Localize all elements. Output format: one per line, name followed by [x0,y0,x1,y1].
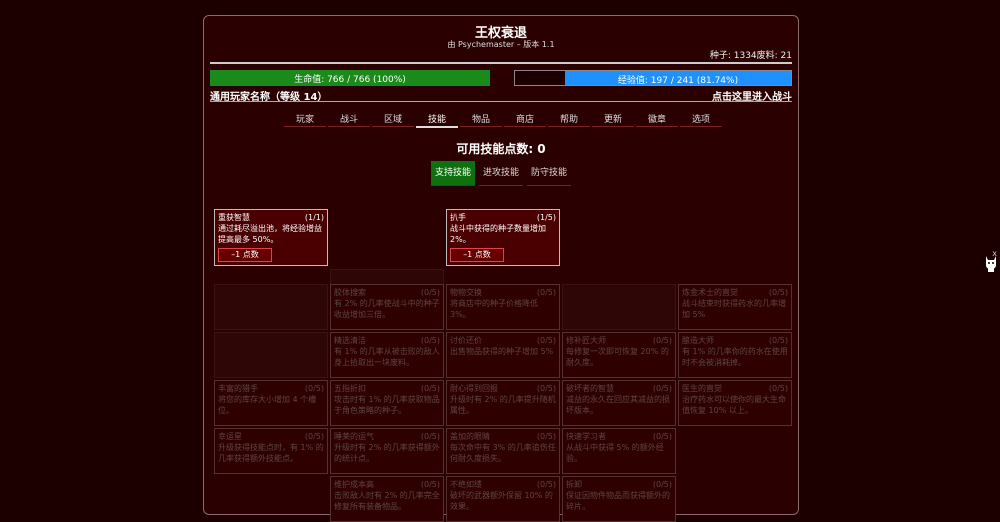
tab-battle[interactable]: 战斗 [328,112,370,127]
tab-skills[interactable]: 技能 [416,112,458,128]
skill-desc: 破坏的武器额外保留 10% 的效果。 [450,491,553,511]
skill-card[interactable]: 精选清洁 (0/5) 有 1% 的几率从被击败的敌人身上拾取出一块废料。 [330,332,444,378]
skill-level: (1/1) [304,213,324,222]
skill-card[interactable]: 睡莱的运气 (0/5) 升级时有 2% 的几率获得额外的统计点。 [330,428,444,474]
xp-label: 经验值: 197 / 241 (81.74%) [617,76,739,86]
skill-level: (0/5) [304,384,324,393]
hp-label: 生命值: 766 / 766 (100%) [294,75,406,85]
skill-level: (1/5) [536,213,556,222]
skill-desc: 升级时有 2% 的几率提升随机属性。 [450,395,556,415]
skill-card[interactable]: 胶体搜索 (0/5) 有 2% 的几率使战斗中的种子收益增加三倍。 [330,284,444,330]
skill-desc: 将商店中的种子价格降低 3%。 [450,299,538,319]
tab-offense-skills[interactable]: 进攻技能 [479,161,523,186]
skill-card[interactable]: 酿造大师 (0/5) 有 1% 的几率你的药水在使用时不会被消耗掉。 [678,332,792,378]
skill-desc: 升级时有 2% 的几率获得额外的统计点。 [334,443,440,463]
refund-point-button[interactable]: –1 点数 [450,248,504,262]
skill-card[interactable]: 不绝如缕 (0/5) 破坏的武器额外保留 10% 的效果。 [446,476,560,522]
skill-level: (0/5) [768,288,788,297]
tab-items[interactable]: 物品 [460,112,502,127]
skill-desc: 减益的永久在回应其减益的损坏版本。 [566,395,670,415]
skill-desc: 战斗中获得的种子数量增加 2%。 [450,224,546,244]
skill-desc: 治疗药水可以使你的最大生命值恢复 10% 以上。 [682,395,786,415]
extension-cat-icon[interactable] [984,253,998,273]
skill-level: (0/5) [420,288,440,297]
skill-tabs: 支持技能 进攻技能 防守技能 [204,161,798,186]
tab-updates[interactable]: 更新 [592,112,634,127]
skill-desc: 从战斗中获得 5% 的额外经验。 [566,443,664,463]
skill-card[interactable]: 丰富的猎手 (0/5) 将您的库存大小增加 4 个槽位。 [214,380,328,426]
skill-level: (0/5) [420,336,440,345]
skill-level: (0/5) [536,480,556,489]
skill-card[interactable]: 讨价还价 (0/5) 出售物品获得的种子增加 5% [446,332,560,378]
hp-bar: 生命值: 766 / 766 (100%) [210,70,490,86]
xp-bar: 经验值: 197 / 241 (81.74%) [514,70,792,86]
skill-level: (0/5) [652,432,672,441]
skill-card[interactable]: 修补匠大师 (0/5) 每修复一次即可恢复 20% 的耐久度。 [562,332,676,378]
skill-desc: 有 1% 的几率从被击败的敌人身上拾取出一块废料。 [334,347,440,367]
tab-support-skills[interactable]: 支持技能 [431,161,475,186]
tab-shop[interactable]: 商店 [504,112,546,127]
skill-level: (0/5) [536,288,556,297]
refund-point-button[interactable]: –1 点数 [218,248,272,262]
empty-slot [214,332,328,378]
skill-level: (0/5) [652,336,672,345]
skill-card[interactable]: 盖加的眼睛 (0/5) 每次命中有 3% 的几率追伤任何耐久度损失。 [446,428,560,474]
skill-card[interactable]: 医生的直觉 (0/5) 治疗药水可以使你的最大生命值恢复 10% 以上。 [678,380,792,426]
skill-level: (0/5) [652,384,672,393]
seed-scrap-counter: 种子: 1334废料: 21 [709,51,792,61]
skill-desc: 有 2% 的几率使战斗中的种子收益增加三倍。 [334,299,440,319]
skill-card[interactable]: 物物交换 (0/5) 将商店中的种子价格降低 3%。 [446,284,560,330]
skill-card[interactable]: 炼金术士的直觉 (0/5) 战斗结束时获得药水的几率增加 5% [678,284,792,330]
skill-level: (0/5) [420,480,440,489]
skill-desc: 每次命中有 3% 的几率追伤任何耐久度损失。 [450,443,556,463]
tab-player[interactable]: 玩家 [284,112,326,127]
skill-desc: 保证因物件物品而获得额外的碎片。 [566,491,670,511]
game-window: 王权衰退 由 Psychemaster – 版本 1.1 种子: 1334废料:… [203,15,799,522]
skill-points: 可用技能点数: 0 [456,142,546,156]
skill-level: (0/5) [420,432,440,441]
divider [210,62,792,64]
tab-options[interactable]: 选项 [680,112,722,127]
skill-level: (0/5) [536,336,556,345]
tab-area[interactable]: 区域 [372,112,414,127]
skill-desc: 攻击时有 1% 的几率获取物品于角色策略的种子。 [334,395,440,415]
skill-desc: 通过耗尽溢出池，将经验增益提高最多 50%。 [218,224,322,244]
empty-slot [562,284,676,330]
tab-badges[interactable]: 徽章 [636,112,678,127]
skill-card[interactable]: 拆卸 (0/5) 保证因物件物品而获得额外的碎片。 [562,476,676,522]
skill-card[interactable]: 幸运星 (0/5) 升级获得技能点时，有 1% 的几率获得额外技能点。 [214,428,328,474]
skill-level: (0/5) [652,480,672,489]
tab-help[interactable]: 帮助 [548,112,590,127]
skill-desc: 出售物品获得的种子增加 5% [450,347,554,356]
skill-card: 重获智慧 (1/1) 通过耗尽溢出池，将经验增益提高最多 50%。 –1 点数 [214,209,328,266]
skill-card[interactable]: 快速学习者 (0/5) 从战斗中获得 5% 的额外经验。 [562,428,676,474]
skill-card[interactable]: 耐心得到回报 (0/5) 升级时有 2% 的几率提升随机属性。 [446,380,560,426]
skill-level: (0/5) [536,384,556,393]
skill-desc: 有 1% 的几率你的药水在使用时不会被消耗掉。 [682,347,788,367]
skill-card[interactable]: 五指折扣 (0/5) 攻击时有 1% 的几率获取物品于角色策略的种子。 [330,380,444,426]
divider [210,101,792,102]
skill-level: (0/5) [536,432,556,441]
empty-slot [214,284,328,330]
skill-desc: 战斗结束时获得药水的几率增加 5% [682,299,786,319]
skill-card[interactable]: 维护成本高 (0/5) 击败敌人时有 2% 的几率完全修复所有装备物品。 [330,476,444,522]
skill-level: (0/5) [304,432,324,441]
skill-card[interactable]: 破坏者的智慧 (0/5) 减益的永久在回应其减益的损坏版本。 [562,380,676,426]
skill-level: (0/5) [768,336,788,345]
tab-defense-skills[interactable]: 防守技能 [527,161,571,186]
skill-level: (0/5) [420,384,440,393]
skill-desc: 将您的库存大小增加 4 个槽位。 [218,395,317,415]
skill-desc: 升级获得技能点时，有 1% 的几率获得额外技能点。 [218,443,324,463]
skill-desc: 每修复一次即可恢复 20% 的耐久度。 [566,347,669,367]
skill-desc: 击败敌人时有 2% 的几率完全修复所有装备物品。 [334,491,440,511]
skill-card: 扒手 (1/5) 战斗中获得的种子数量增加 2%。 –1 点数 [446,209,560,266]
skill-level: (0/5) [768,384,788,393]
